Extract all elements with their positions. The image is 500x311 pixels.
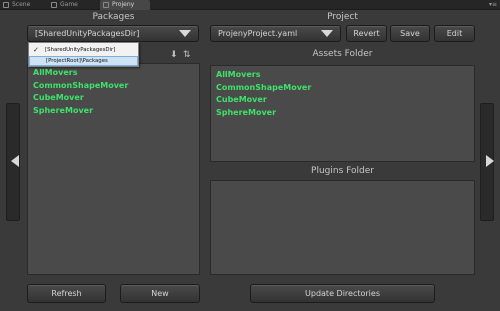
packages-dir-value: [SharedUnityPackagesDir] [35,29,140,38]
plugins-folder-header: Plugins Folder [311,166,374,176]
list-item[interactable]: SphereMover [216,107,311,120]
list-item[interactable]: SphereMover [33,105,128,118]
list-item[interactable]: CubeMover [216,94,311,107]
list-item[interactable]: CubeMover [33,92,128,105]
assets-folder-list[interactable]: AllMovers CommonShapeMover CubeMover Sph… [210,65,475,162]
next-panel-button[interactable] [480,103,494,221]
project-header: Project [327,12,358,22]
popup-option-label: [ProjectRoot]\Packages [46,58,108,64]
chevron-down-icon [179,30,191,37]
project-dropdown-value: ProjenyProject.yaml [218,29,298,38]
update-directories-button[interactable]: Update Directories [250,284,435,303]
plugins-folder-list[interactable] [210,180,475,275]
packages-dir-dropdown[interactable]: [SharedUnityPackagesDir] [27,25,199,42]
project-dropdown[interactable]: ProjenyProject.yaml [210,25,341,42]
download-icon[interactable]: ⬇ [170,50,178,60]
tab-label: Scene [12,1,31,8]
game-icon [51,2,57,8]
editor-tab-strip: Scene Game Projeny ▾≡ [0,0,500,10]
arrow-left-icon [11,155,19,167]
assets-folder-header: Assets Folder [312,49,373,59]
prev-panel-button[interactable] [6,103,20,221]
list-item[interactable]: AllMovers [216,69,311,82]
packages-header: Packages [92,12,135,22]
window-menu-icon[interactable]: ▾≡ [489,1,497,8]
arrow-right-icon [486,155,494,167]
edit-button[interactable]: Edit [434,25,475,42]
sort-icon[interactable]: ⇅ [183,50,191,60]
popup-option-shared[interactable]: ✓ [SharedUnityPackagesDir] [29,45,138,55]
packages-dir-popup: ✓ [SharedUnityPackagesDir] [ProjectRoot]… [28,42,139,67]
chevron-down-icon [321,30,333,37]
scene-icon [3,2,9,8]
popup-option-project-root[interactable]: [ProjectRoot]\Packages [29,56,138,66]
tab-game[interactable]: Game [48,0,88,10]
list-item[interactable]: CommonShapeMover [216,82,311,95]
list-item[interactable]: CommonShapeMover [33,80,128,93]
list-item[interactable]: AllMovers [33,67,128,80]
tab-projeny[interactable]: Projeny [100,0,150,10]
save-button[interactable]: Save [390,25,430,42]
popup-option-label: [SharedUnityPackagesDir] [45,47,116,53]
tab-label: Projeny [112,1,135,8]
projeny-icon [103,2,109,8]
tab-scene[interactable]: Scene [0,0,42,10]
check-icon: ✓ [33,46,39,54]
packages-list[interactable]: AllMovers CommonShapeMover CubeMover Sph… [27,63,200,275]
revert-button[interactable]: Revert [346,25,387,42]
tab-label: Game [60,1,78,8]
new-button[interactable]: New [120,284,200,303]
refresh-button[interactable]: Refresh [27,284,106,303]
